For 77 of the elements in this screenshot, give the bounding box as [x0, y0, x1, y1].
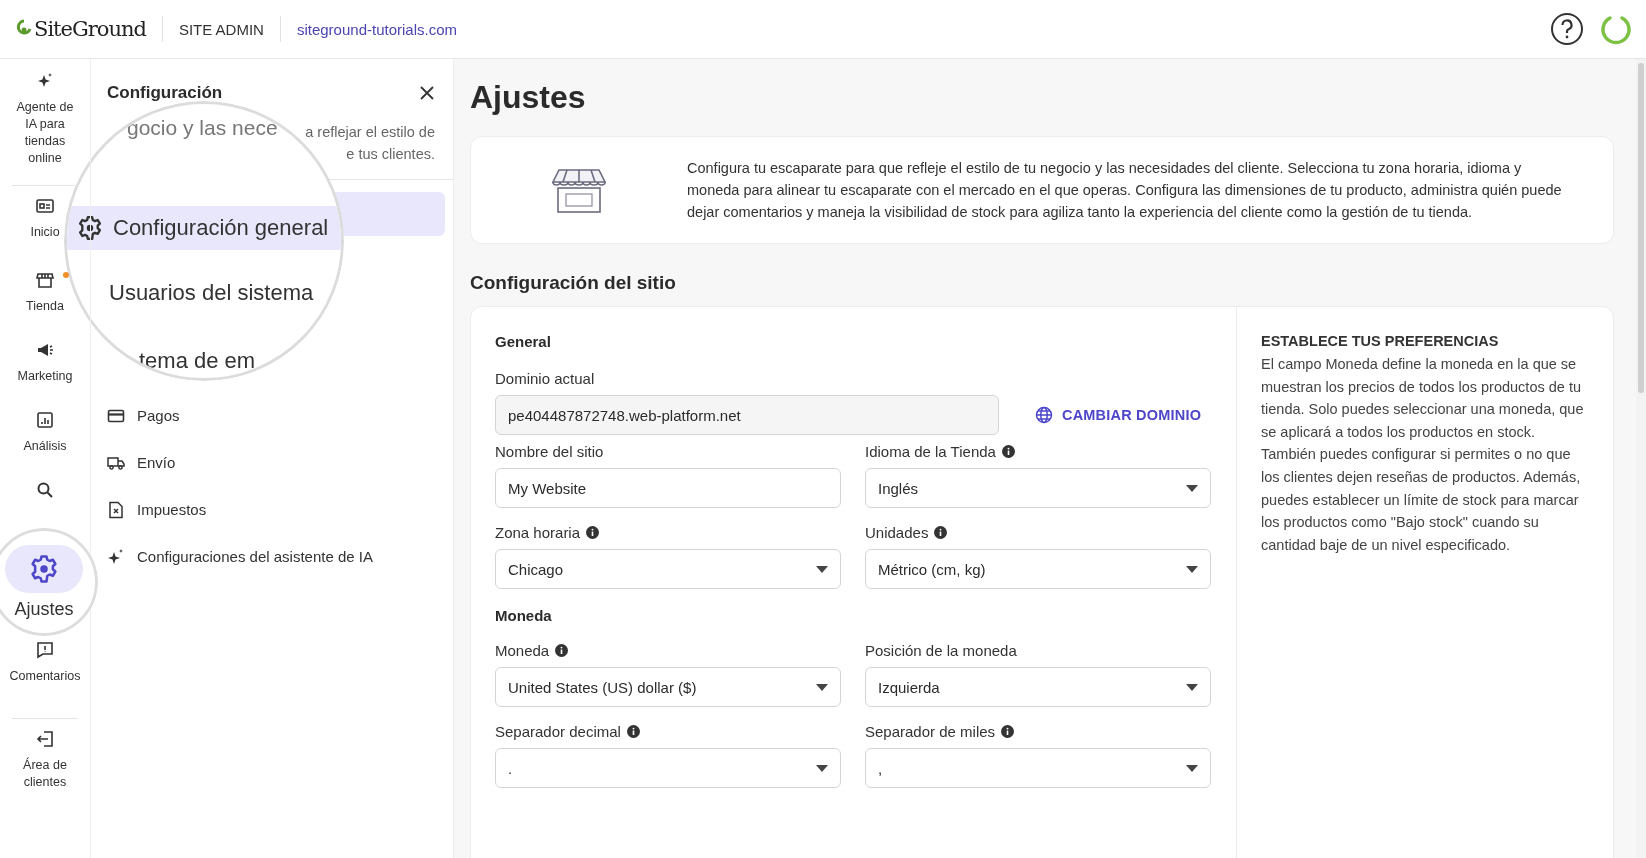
panel-item[interactable]: Envío [107, 439, 188, 486]
rail-label[interactable]: Tienda [26, 298, 64, 315]
caret-icon [1186, 484, 1198, 492]
site-admin-label: SITE ADMIN [178, 20, 264, 38]
caret-icon [1186, 565, 1198, 573]
settings-icon [77, 215, 103, 241]
field-label: Unidades [865, 524, 929, 541]
close-icon[interactable] [419, 85, 435, 101]
page-title: Ajustes [470, 79, 587, 116]
settings-button[interactable] [5, 544, 83, 593]
change-domain-button[interactable]: CAMBIAR DOMINIO [1033, 400, 1204, 430]
domain-link[interactable]: siteground-tutorials.com [296, 20, 457, 38]
domain-field[interactable]: pe404487872748.web-platform.net [495, 395, 999, 435]
help-title: ESTABLECE TUS PREFERENCIAS [1261, 333, 1500, 349]
scrollbar-thumb[interactable] [1638, 63, 1644, 393]
document-icon [107, 500, 125, 519]
field-label: Zona horaria [495, 524, 581, 541]
rail-label[interactable]: Inicio [30, 224, 60, 241]
select-field[interactable]: Chicago [495, 549, 841, 589]
panel-item[interactable]: Usuarios del sistema [67, 271, 341, 315]
info-icon[interactable] [586, 526, 600, 539]
caret-icon [1186, 764, 1198, 772]
caret-icon [816, 683, 828, 691]
intro-text: Configura tu escaparate para que refleje el estilo de tu negocio y las necesidades del cliente. Selecciona tu zona horaria, idioma y moneda para alinear tu escaparate con el mercado en el que operas. Configura las dimensiones de tu producto, administra quién puede dejar comentarios y maneja la visibilidad de stock para agiliza tanto la experiencia del cliente como la gestión de tu tienda. [687, 159, 1563, 222]
select-field[interactable]: . [495, 748, 841, 788]
select-field[interactable]: , [865, 748, 1211, 788]
panel-item[interactable]: Configuración general [67, 206, 341, 250]
group-heading: General [495, 333, 552, 350]
logo[interactable]: SiteGround [34, 17, 146, 41]
select-field[interactable]: United States (US) dollar ($) [495, 667, 841, 707]
info-icon[interactable] [934, 526, 948, 539]
field-label: Separador de miles [865, 723, 996, 740]
group-heading: Moneda [495, 607, 553, 624]
rail-label[interactable]: Agente de IA para tiendas online [14, 99, 76, 167]
panel-item[interactable]: Pagos [107, 392, 192, 439]
field-label: Posición de la moneda [865, 642, 1017, 659]
panel-description: a reflejar el estilo de [305, 123, 435, 142]
sparkle-icon [107, 547, 125, 566]
info-icon[interactable] [555, 644, 569, 657]
rail-label[interactable]: Comentarios [9, 668, 81, 685]
rail-label[interactable]: Ajustes [14, 598, 74, 620]
settings-icon [29, 553, 59, 584]
comment-icon[interactable] [35, 640, 55, 660]
store-icon[interactable] [35, 270, 55, 290]
help-text: El campo Moneda define la moneda en la que se muestran los precios de todos los productos de tu tienda. Solo puedes seleccionar una moneda, que se aplicará a todos los productos en stock. También puedes configurar si permites o no que los clientes dejen reseñas de productos. Además, puedes establecer un límite de stock para marcar los productos como "Bajo stock" cuando su cantidad baje de un nivel especificado. [1261, 355, 1585, 555]
caret-icon [816, 565, 828, 573]
field-label: Dominio actual [495, 370, 596, 387]
info-icon[interactable] [1001, 725, 1015, 738]
storefront-icon [551, 166, 607, 214]
exit-icon[interactable] [35, 729, 55, 749]
text-field[interactable]: My Website [495, 468, 841, 508]
rail-label[interactable]: Marketing [17, 368, 73, 385]
panel-description: e tus clientes. [346, 145, 435, 164]
dashboard-icon[interactable] [35, 196, 55, 216]
field-label: Moneda [495, 642, 550, 659]
globe-icon [1035, 406, 1053, 424]
select-field[interactable]: Métrico (cm, kg) [865, 549, 1211, 589]
spinner-icon [1600, 13, 1632, 45]
panel-item[interactable]: Impuestos [107, 486, 219, 533]
rail-label[interactable]: Análisis [23, 438, 67, 455]
panel-title: Configuración [107, 83, 223, 103]
chart-icon[interactable] [35, 410, 55, 430]
search-icon[interactable] [35, 480, 55, 500]
field-label: Nombre del sitio [495, 443, 604, 460]
section-title: Configuración del sitio [470, 272, 677, 294]
field-label: Idioma de la Tienda [865, 443, 996, 460]
panel-item[interactable]: Configuraciones del asistente de IA [107, 533, 385, 580]
select-field[interactable]: Izquierda [865, 667, 1211, 707]
panel-description: gocio y las nece [127, 116, 278, 140]
caret-icon [816, 764, 828, 772]
info-icon[interactable] [626, 725, 640, 738]
help-icon[interactable] [1550, 12, 1584, 46]
select-field[interactable]: Inglés [865, 468, 1211, 508]
rail-label[interactable]: Área de clientes [14, 757, 76, 791]
info-icon[interactable] [1001, 445, 1015, 458]
caret-icon [1186, 683, 1198, 691]
field-label: Separador decimal [495, 723, 621, 740]
